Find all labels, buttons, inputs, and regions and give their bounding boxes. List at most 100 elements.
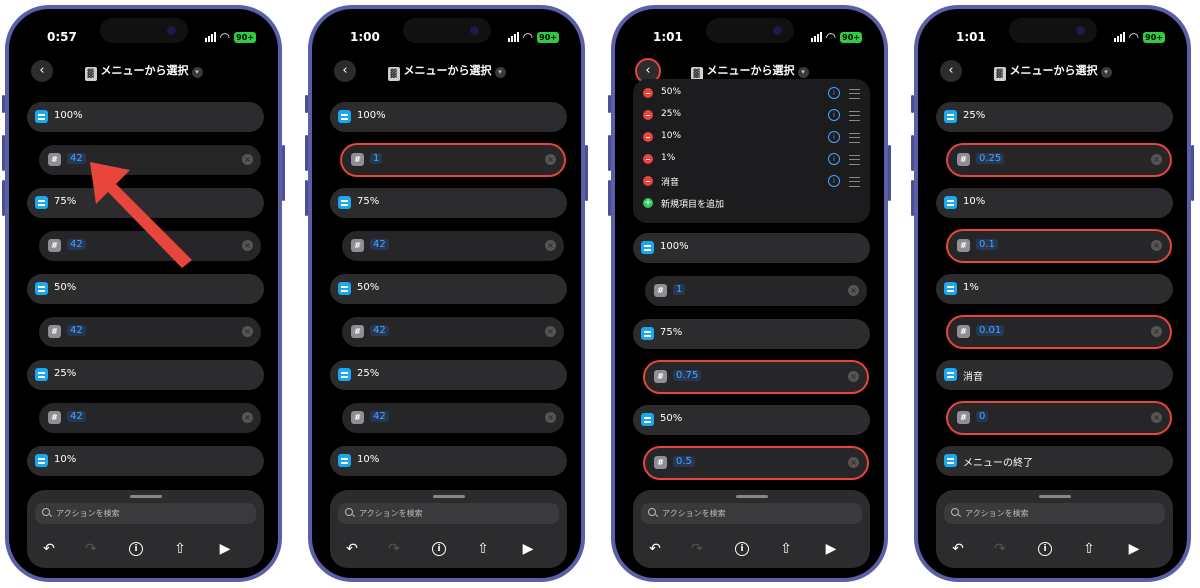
menu-action-row[interactable]: 10% xyxy=(27,446,264,476)
clear-icon[interactable]: × xyxy=(1151,240,1162,251)
clear-icon[interactable]: × xyxy=(545,412,556,423)
clear-icon[interactable]: × xyxy=(848,457,859,468)
menu-action-row[interactable]: 50% xyxy=(330,274,567,304)
number-action-row[interactable]: #42 × xyxy=(342,403,564,433)
clear-icon[interactable]: × xyxy=(242,412,253,423)
nav-title-button[interactable]: ▓ メニューから選択 ▾ xyxy=(312,62,581,81)
number-action-row[interactable]: #0.5 × xyxy=(645,448,867,478)
menu-action-row[interactable]: 10% xyxy=(330,446,567,476)
number-value[interactable]: 42 xyxy=(370,411,389,422)
number-action-row[interactable]: #1 × xyxy=(645,276,867,306)
menu-item-row[interactable]: 50% i xyxy=(641,85,862,101)
nav-title-button[interactable]: ▓ メニューから選択 ▾ xyxy=(918,62,1187,81)
menu-action-row[interactable]: 75% xyxy=(330,188,567,218)
menu-item-row[interactable]: 25% i xyxy=(641,107,862,123)
share-icon[interactable]: ⇧ xyxy=(170,540,190,558)
sheet-handle[interactable] xyxy=(432,495,465,498)
number-action-row[interactable]: #0.25 × xyxy=(948,145,1170,175)
menu-action-row[interactable]: 25% xyxy=(27,360,264,390)
share-icon[interactable]: ⇧ xyxy=(1079,540,1099,558)
share-icon[interactable]: ⇧ xyxy=(473,540,493,558)
number-value[interactable]: 1 xyxy=(370,153,383,164)
number-value[interactable]: 42 xyxy=(67,325,86,336)
number-value[interactable]: 0 xyxy=(976,411,989,422)
menu-action-row[interactable]: 25% xyxy=(330,360,567,390)
remove-icon[interactable] xyxy=(643,176,653,186)
number-action-row[interactable]: #42 × xyxy=(342,317,564,347)
menu-action-row[interactable]: メニューの終了 xyxy=(936,446,1173,476)
menu-action-row[interactable]: 50% xyxy=(633,405,870,435)
number-value[interactable]: 42 xyxy=(67,239,86,250)
info-icon[interactable]: i xyxy=(432,542,446,556)
menu-action-row[interactable]: 100% xyxy=(633,233,870,263)
play-icon[interactable]: ▶ xyxy=(215,540,235,558)
clear-icon[interactable]: × xyxy=(545,326,556,337)
add-item-row[interactable]: + 新規項目を追加 xyxy=(641,195,862,211)
menu-action-row[interactable]: 50% xyxy=(27,274,264,304)
number-value[interactable]: 0.1 xyxy=(976,239,998,250)
clear-icon[interactable]: × xyxy=(848,371,859,382)
redo-icon[interactable]: ↷ xyxy=(81,540,101,558)
drag-handle-icon[interactable] xyxy=(849,111,860,121)
number-action-row[interactable]: #42 × xyxy=(39,403,261,433)
number-action-row[interactable]: #42 × xyxy=(39,317,261,347)
clear-icon[interactable]: × xyxy=(1151,154,1162,165)
info-icon[interactable]: i xyxy=(828,153,840,165)
number-value[interactable]: 42 xyxy=(67,411,86,422)
drag-handle-icon[interactable] xyxy=(849,177,860,187)
number-value[interactable]: 42 xyxy=(370,239,389,250)
search-field[interactable]: アクションを検索 xyxy=(641,503,862,524)
play-icon[interactable]: ▶ xyxy=(821,540,841,558)
number-action-row[interactable]: #0.75 × xyxy=(645,362,867,392)
menu-action-row[interactable]: 75% xyxy=(633,319,870,349)
menu-action-row[interactable]: 100% xyxy=(27,102,264,132)
remove-icon[interactable] xyxy=(643,154,653,164)
number-value[interactable]: 42 xyxy=(67,153,86,164)
remove-icon[interactable] xyxy=(643,132,653,142)
drag-handle-icon[interactable] xyxy=(849,155,860,165)
search-field[interactable]: アクションを検索 xyxy=(35,503,256,524)
clear-icon[interactable]: × xyxy=(545,240,556,251)
info-icon[interactable]: i xyxy=(828,131,840,143)
number-value[interactable]: 42 xyxy=(370,325,389,336)
redo-icon[interactable]: ↷ xyxy=(384,540,404,558)
redo-icon[interactable]: ↷ xyxy=(687,540,707,558)
info-icon[interactable]: i xyxy=(1038,542,1052,556)
number-action-row[interactable]: #0.1 × xyxy=(948,231,1170,261)
number-action-row[interactable]: #1 × xyxy=(342,145,564,175)
info-icon[interactable]: i xyxy=(129,542,143,556)
remove-icon[interactable] xyxy=(643,88,653,98)
play-icon[interactable]: ▶ xyxy=(518,540,538,558)
info-icon[interactable]: i xyxy=(828,87,840,99)
info-icon[interactable]: i xyxy=(828,175,840,187)
clear-icon[interactable]: × xyxy=(242,240,253,251)
sheet-handle[interactable] xyxy=(129,495,162,498)
nav-title-button[interactable]: ▓ メニューから選択 ▾ xyxy=(9,62,278,81)
remove-icon[interactable] xyxy=(643,110,653,120)
sheet-handle[interactable] xyxy=(735,495,768,498)
menu-action-row[interactable]: 100% xyxy=(330,102,567,132)
share-icon[interactable]: ⇧ xyxy=(776,540,796,558)
clear-icon[interactable]: × xyxy=(242,154,253,165)
number-value[interactable]: 0.5 xyxy=(673,456,695,467)
menu-action-row[interactable]: 10% xyxy=(936,188,1173,218)
number-value[interactable]: 0.01 xyxy=(976,325,1005,336)
drag-handle-icon[interactable] xyxy=(849,133,860,143)
number-action-row[interactable]: #0 × xyxy=(948,403,1170,433)
undo-icon[interactable]: ↶ xyxy=(39,540,59,558)
sheet-handle[interactable] xyxy=(1038,495,1071,498)
menu-item-row[interactable]: 消音 i xyxy=(641,173,862,189)
clear-icon[interactable]: × xyxy=(1151,326,1162,337)
clear-icon[interactable]: × xyxy=(848,285,859,296)
menu-item-row[interactable]: 1% i xyxy=(641,151,862,167)
search-field[interactable]: アクションを検索 xyxy=(338,503,559,524)
clear-icon[interactable]: × xyxy=(545,154,556,165)
info-icon[interactable]: i xyxy=(735,542,749,556)
clear-icon[interactable]: × xyxy=(1151,412,1162,423)
menu-action-row[interactable]: 1% xyxy=(936,274,1173,304)
menu-action-row[interactable]: 消音 xyxy=(936,360,1173,390)
drag-handle-icon[interactable] xyxy=(849,89,860,99)
add-icon[interactable]: + xyxy=(643,198,653,208)
undo-icon[interactable]: ↶ xyxy=(948,540,968,558)
number-value[interactable]: 0.75 xyxy=(673,370,702,381)
